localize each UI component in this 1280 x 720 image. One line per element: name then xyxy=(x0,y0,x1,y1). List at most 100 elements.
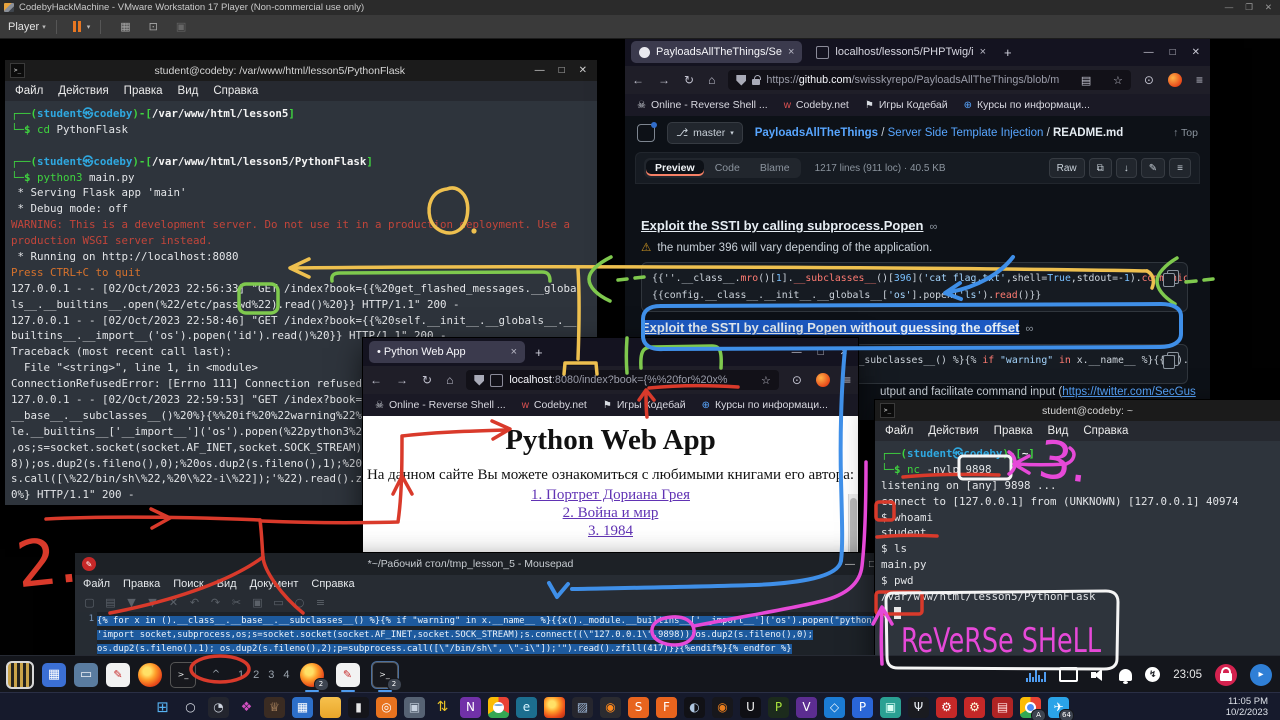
p-app-icon[interactable]: P xyxy=(852,697,873,718)
power-manager-icon[interactable]: ↯ xyxy=(1145,667,1160,682)
windows-clock[interactable]: 11:05 PM 10/2/2023 xyxy=(1226,696,1280,718)
menu-item[interactable]: Документ xyxy=(250,578,299,590)
close-tab-icon[interactable]: × xyxy=(980,46,986,58)
menu-item[interactable]: 2. Война и мир xyxy=(363,504,858,522)
bookmark-star-icon[interactable]: ☆ xyxy=(1107,74,1123,87)
notes-app-icon[interactable]: ▮ xyxy=(348,697,369,718)
app-menu-icon[interactable]: ▦ xyxy=(42,663,66,687)
logout-icon[interactable]: ▸ xyxy=(1250,664,1272,686)
close-button[interactable]: ✕ xyxy=(840,347,848,358)
back-to-top-link[interactable]: ↑ Top xyxy=(1173,127,1198,139)
close-tab-icon[interactable]: × xyxy=(788,46,794,58)
pycharm-icon[interactable]: P xyxy=(768,697,789,718)
bookmark[interactable]: ☠Online - Reverse Shell ... xyxy=(375,399,506,411)
terminal-launcher-icon[interactable]: >_ xyxy=(170,662,196,688)
windows-search-icon[interactable]: ○ xyxy=(180,697,201,718)
menu-item[interactable]: Правка xyxy=(124,85,163,97)
pocket-icon[interactable]: ⊙ xyxy=(1144,73,1154,87)
mousepad-window-button[interactable]: ✎ xyxy=(336,663,360,687)
new-file-icon[interactable]: ▢ xyxy=(81,595,98,610)
bookmark-star-icon[interactable]: ☆ xyxy=(755,374,771,387)
maximize-button[interactable]: ❐ xyxy=(1245,2,1253,13)
terminal-titlebar[interactable]: >_ student@codeby: /var/www/html/lesson5… xyxy=(5,60,597,81)
copy-file-button[interactable]: ⧉ xyxy=(1089,158,1112,178)
speedtest-icon[interactable]: ◔ xyxy=(208,697,229,718)
bookmark[interactable]: ⚑Игры Кодебай xyxy=(865,99,948,111)
firefox-launcher-icon[interactable] xyxy=(138,663,162,687)
minimize-button[interactable]: — xyxy=(535,65,545,76)
settings-red-icon[interactable]: ⚙ xyxy=(936,697,957,718)
terminal-titlebar[interactable]: >_ student@codeby: ~ xyxy=(875,400,1280,421)
minimize-button[interactable]: — xyxy=(1225,2,1234,13)
pocket-icon[interactable]: ⊙ xyxy=(792,373,802,387)
refresh-icon[interactable]: ↻ xyxy=(422,373,432,387)
new-tab-button[interactable]: + xyxy=(1004,45,1012,60)
lock-screen-icon[interactable] xyxy=(1215,664,1237,686)
firefox-window-button[interactable]: 2 xyxy=(300,663,324,687)
menu-item[interactable]: 2 xyxy=(253,669,259,681)
network-graph-icon[interactable] xyxy=(1026,668,1046,682)
pinwheel-app-icon[interactable]: ❖ xyxy=(236,697,257,718)
photo-app-icon[interactable]: ▨ xyxy=(572,697,593,718)
visual-studio-icon[interactable]: V xyxy=(796,697,817,718)
fullscreen-button[interactable]: ⊡ xyxy=(149,20,158,33)
minimize-button[interactable]: — xyxy=(845,559,855,570)
file-explorer-icon[interactable] xyxy=(320,697,341,718)
tab-localhost-phptwig[interactable]: localhost/lesson5/PHPTwig/i × xyxy=(808,41,994,63)
menu-item[interactable]: 3 xyxy=(268,669,274,681)
close-button[interactable]: ✕ xyxy=(579,65,587,76)
vmware-workstation-icon[interactable]: ▣ xyxy=(404,697,425,718)
maximize-button[interactable]: □ xyxy=(818,347,824,358)
player-menu[interactable]: Player xyxy=(8,21,39,33)
menu-item[interactable]: Справка xyxy=(1083,425,1128,437)
breadcrumb-dir[interactable]: Server Side Template Injection xyxy=(888,127,1044,139)
refresh-icon[interactable]: ↻ xyxy=(684,73,694,87)
chrome-profile-icon[interactable]: A xyxy=(1020,697,1041,718)
fl-studio-icon[interactable]: ◉ xyxy=(600,697,621,718)
menu-item[interactable]: Справка xyxy=(213,85,258,97)
cinema4d-icon[interactable]: ◐ xyxy=(684,697,705,718)
menu-item[interactable]: Вид xyxy=(1048,425,1069,437)
breadcrumb-repo[interactable]: PayloadsAllTheThings xyxy=(755,127,878,139)
home-icon[interactable]: ⌂ xyxy=(446,373,453,387)
menu-item[interactable]: Blame xyxy=(751,160,799,176)
edge-icon[interactable]: e xyxy=(516,697,537,718)
notifications-icon[interactable] xyxy=(1119,669,1132,681)
menu-item[interactable]: 1. Портрет Дориана Грея xyxy=(363,486,858,504)
maximize-button[interactable]: □ xyxy=(1170,47,1176,58)
volume-icon[interactable] xyxy=(1091,668,1106,682)
blender-icon[interactable]: ◉ xyxy=(712,697,733,718)
menu-item[interactable]: Файл xyxy=(885,425,913,437)
tab-payloadsallthethings[interactable]: PayloadsAllTheThings/Se × xyxy=(631,41,802,63)
code-block-subprocess[interactable]: {{''.__class__.mro()[1].__subclasses__()… xyxy=(641,262,1188,312)
copy-code-icon[interactable] xyxy=(1167,352,1179,366)
search-icon[interactable]: ○ xyxy=(291,595,308,610)
menu-item[interactable]: Поиск xyxy=(173,578,203,590)
redo-icon[interactable]: ↷ xyxy=(207,595,224,610)
chrome-icon[interactable] xyxy=(488,697,509,718)
menu-item[interactable]: 3. 1984 xyxy=(363,522,858,540)
menu-item[interactable]: Действия xyxy=(58,85,108,97)
menu-item[interactable]: Вид xyxy=(178,85,199,97)
copy-code-icon[interactable] xyxy=(1167,270,1179,284)
vm-clock[interactable]: 23:05 xyxy=(1173,669,1202,681)
firefox-account-icon[interactable] xyxy=(1168,73,1182,87)
raw-button[interactable]: Raw xyxy=(1049,158,1085,178)
undo-icon[interactable]: ↶ xyxy=(186,595,203,610)
menu-item[interactable]: 4 xyxy=(283,669,289,681)
branch-selector[interactable]: ⎇ master ▾ xyxy=(667,122,743,144)
onenote-icon[interactable]: N xyxy=(460,697,481,718)
menu-icon[interactable]: ≡ xyxy=(844,373,851,387)
maximize-button[interactable]: □ xyxy=(559,65,565,76)
menu-icon[interactable]: ≡ xyxy=(1196,73,1203,87)
game-icon[interactable]: ♕ xyxy=(264,697,285,718)
bookmark[interactable]: ⊕Курсы по информаци... xyxy=(702,399,828,411)
telegram-icon[interactable]: ✈64 xyxy=(1048,697,1069,718)
menu-item[interactable]: Справка xyxy=(311,578,354,590)
file-tree-icon[interactable] xyxy=(637,124,655,142)
windows-start-icon[interactable]: ⊞ xyxy=(152,697,173,718)
new-tab-button[interactable]: + xyxy=(535,345,543,360)
replace-icon[interactable]: ≡ xyxy=(312,595,329,610)
reader-icon[interactable]: ▤ xyxy=(1075,74,1091,87)
close-button[interactable]: ✕ xyxy=(1192,47,1200,58)
